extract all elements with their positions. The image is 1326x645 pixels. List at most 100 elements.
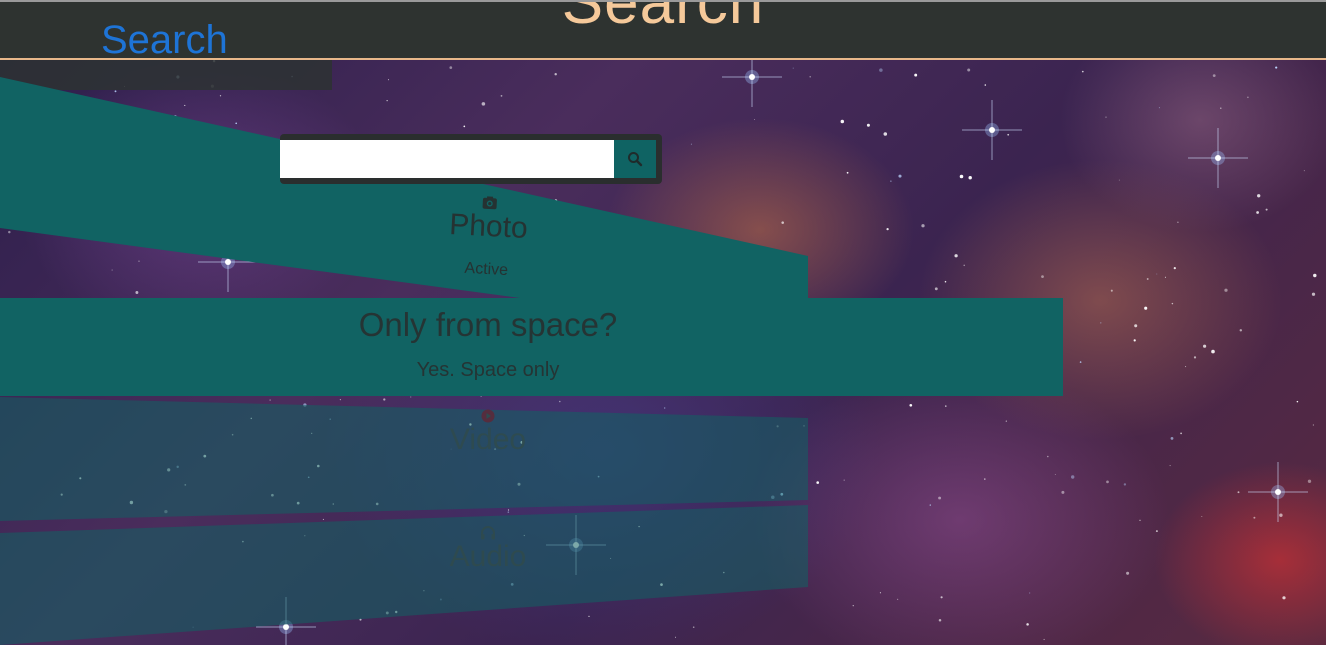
star	[1212, 74, 1216, 77]
star	[1134, 324, 1138, 328]
star	[463, 125, 466, 128]
star	[74, 164, 77, 167]
search-input[interactable]	[280, 140, 614, 178]
star	[1313, 273, 1317, 278]
star	[269, 399, 271, 401]
star	[188, 155, 192, 158]
star	[359, 618, 362, 621]
star	[959, 174, 964, 179]
star	[1144, 306, 1148, 310]
top-header: Search Search	[0, 0, 1326, 60]
star	[184, 104, 186, 106]
star	[780, 492, 784, 496]
star	[332, 503, 335, 505]
star	[164, 509, 168, 514]
star	[1265, 208, 1268, 211]
star	[1123, 483, 1127, 486]
category-photo[interactable]: Photo Active	[386, 190, 590, 284]
star	[235, 122, 237, 125]
star	[138, 260, 140, 262]
star	[1110, 289, 1113, 292]
star	[135, 291, 139, 294]
star	[898, 174, 902, 178]
star	[984, 478, 986, 480]
star	[129, 500, 134, 505]
star	[816, 481, 820, 484]
star	[1133, 339, 1136, 342]
star	[1118, 179, 1120, 181]
star	[480, 395, 482, 398]
star	[1253, 516, 1256, 519]
star	[1224, 288, 1228, 292]
star	[192, 626, 194, 628]
star	[846, 171, 849, 174]
star	[304, 535, 306, 537]
star	[60, 493, 63, 496]
star	[481, 102, 486, 106]
star	[1043, 638, 1045, 640]
star	[439, 598, 442, 601]
star	[984, 84, 987, 86]
star	[517, 482, 521, 486]
category-audio[interactable]: Audio	[388, 525, 588, 573]
star	[890, 180, 892, 182]
star	[803, 425, 805, 427]
star	[507, 509, 510, 511]
star	[1061, 490, 1065, 494]
star	[1139, 519, 1141, 521]
star	[410, 396, 412, 398]
category-label: Video	[449, 423, 527, 456]
search-button[interactable]	[614, 140, 656, 178]
bright-star	[1248, 462, 1308, 522]
category-video[interactable]: Video	[388, 408, 588, 456]
star	[1311, 292, 1316, 296]
star	[231, 433, 234, 436]
star	[1303, 170, 1305, 172]
star	[383, 398, 386, 401]
star	[674, 636, 676, 638]
star	[375, 502, 379, 506]
star	[8, 230, 11, 234]
star	[597, 475, 600, 478]
star	[647, 263, 650, 266]
star	[510, 583, 514, 586]
star	[929, 504, 931, 506]
star	[1173, 267, 1176, 270]
star	[296, 501, 300, 505]
star	[781, 221, 784, 224]
star	[852, 605, 854, 607]
star	[1041, 275, 1044, 278]
star	[610, 557, 612, 559]
star	[1256, 211, 1259, 214]
bright-star	[256, 597, 316, 645]
star	[754, 119, 756, 120]
star	[622, 234, 625, 237]
star	[886, 227, 889, 231]
star	[176, 465, 179, 469]
star	[1156, 273, 1158, 275]
star	[449, 66, 453, 69]
star	[307, 476, 310, 479]
star	[1185, 366, 1187, 368]
star	[114, 90, 117, 93]
banner-heading: Only from space?	[358, 306, 618, 343]
star	[1029, 592, 1031, 594]
star	[940, 596, 943, 599]
nav-search-link[interactable]: Search	[101, 18, 228, 58]
star	[1155, 530, 1158, 533]
star	[1054, 474, 1056, 475]
star	[660, 583, 663, 586]
star	[79, 477, 82, 480]
star	[394, 610, 398, 614]
star	[896, 598, 899, 601]
star	[795, 282, 798, 285]
star	[866, 123, 870, 127]
star	[699, 271, 701, 273]
star	[692, 626, 695, 628]
star	[664, 407, 666, 409]
star	[638, 525, 640, 528]
star	[840, 119, 845, 124]
star	[173, 115, 177, 119]
star	[594, 255, 598, 259]
star	[559, 400, 561, 403]
